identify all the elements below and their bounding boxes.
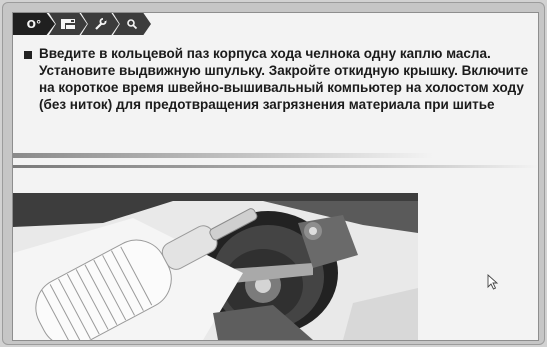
bullet-marker	[24, 51, 32, 59]
machine-icon	[61, 19, 75, 29]
settings-icon: O°	[26, 17, 42, 31]
bobbin-case-illustration	[13, 193, 418, 340]
divider-stripe	[13, 165, 538, 168]
divider-stripe	[13, 153, 433, 158]
mouse-cursor-icon	[487, 274, 499, 290]
search-icon	[127, 19, 138, 30]
instruction-panel: O° Введите в кольцевой паз корпуса хода …	[12, 12, 539, 341]
window-frame: O° Введите в кольцевой паз корпуса хода …	[2, 2, 545, 345]
tab-bar: O°	[13, 13, 151, 35]
tab-settings[interactable]: O°	[13, 13, 55, 35]
wrench-icon	[95, 18, 107, 30]
instruction-text: Введите в кольцевой паз корпуса хода чел…	[39, 46, 529, 112]
